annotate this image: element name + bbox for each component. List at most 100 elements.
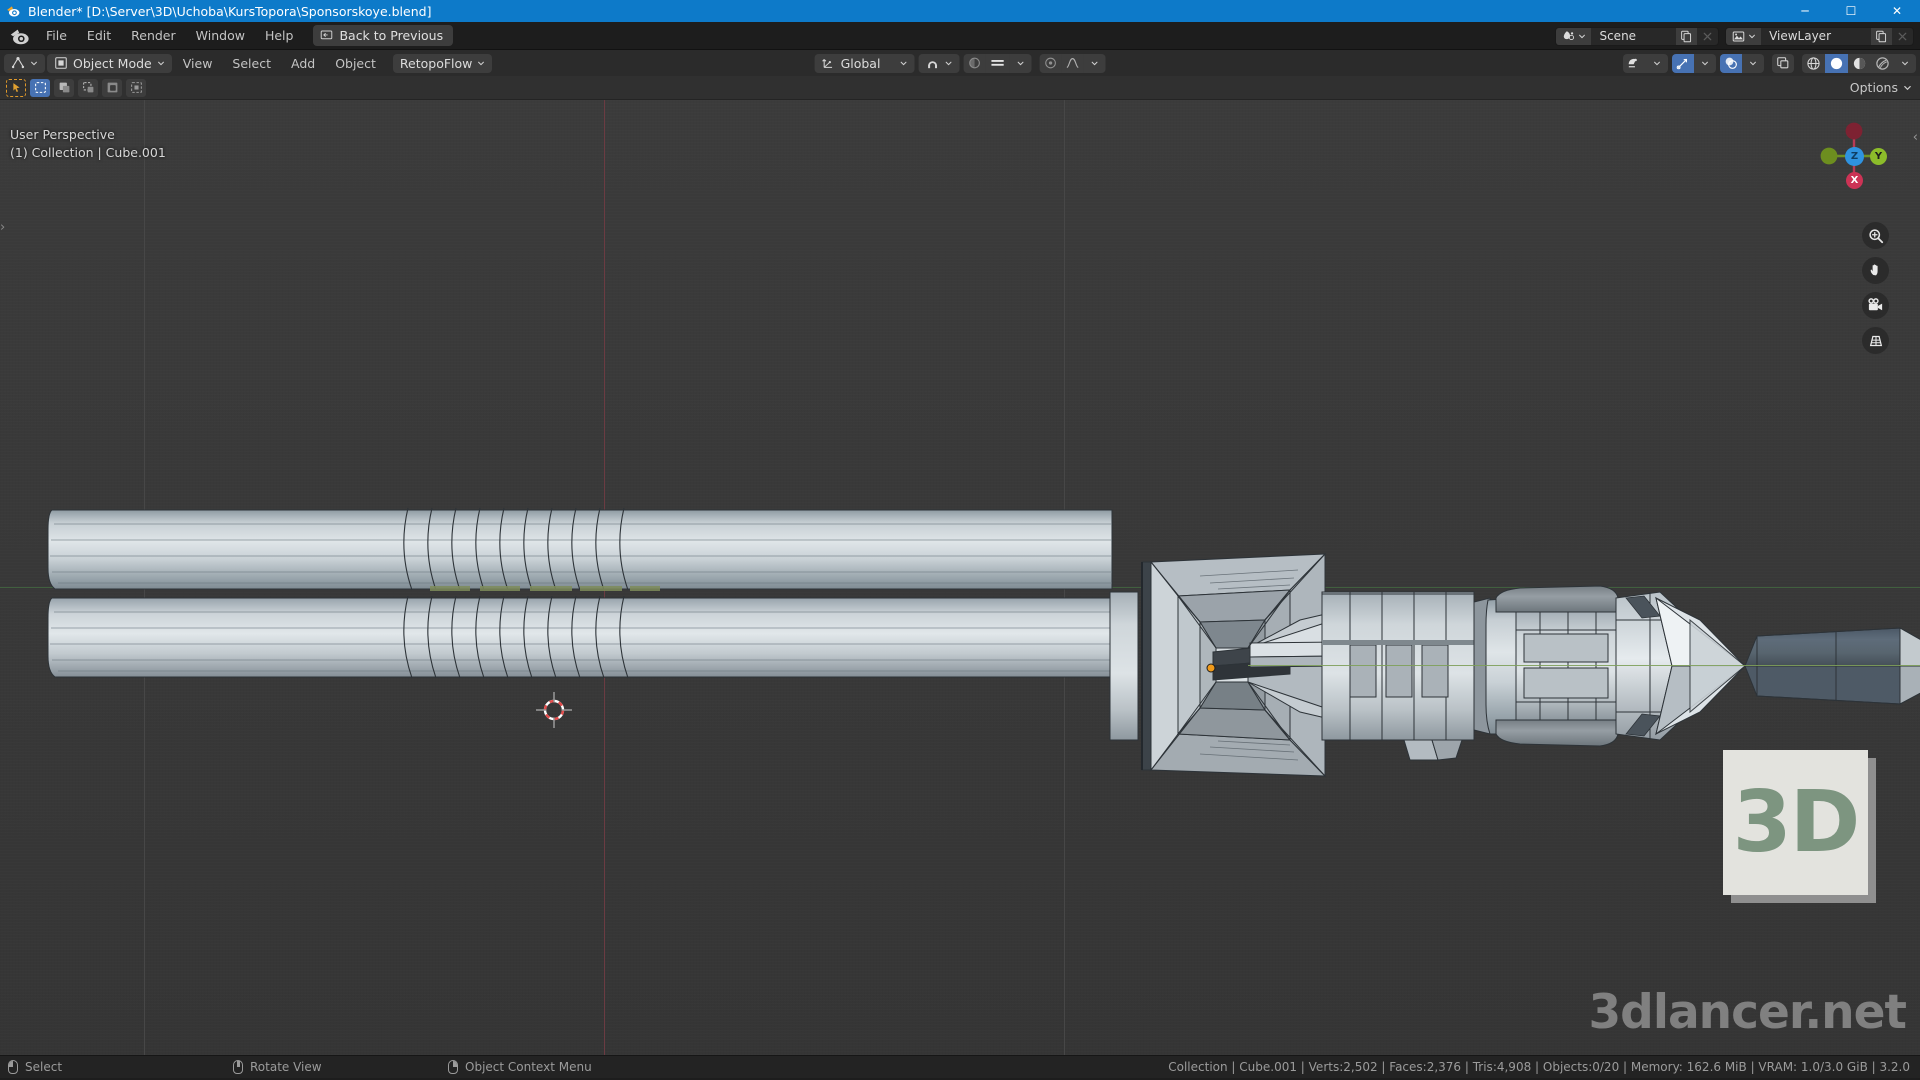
overlays-group (1720, 53, 1764, 73)
viewport-header-middle: Global (814, 53, 1106, 73)
overlays-dropdown[interactable] (1742, 53, 1764, 73)
shading-rendered-button[interactable] (1871, 53, 1894, 73)
shading-dropdown[interactable] (1894, 53, 1916, 73)
window-controls: ─ ☐ ✕ (1782, 0, 1920, 22)
status-rotate-label: Rotate View (250, 1060, 322, 1074)
scene-statistics: Collection | Cube.001 | Verts:2,502 | Fa… (1168, 1060, 1910, 1074)
select-intersect-icon (130, 82, 142, 93)
proportional-edit-group (963, 53, 1032, 73)
menu-render[interactable]: Render (121, 25, 186, 46)
retopoflow-label: RetopoFlow (399, 55, 473, 71)
viewport-nav-buttons (1862, 222, 1889, 354)
select-subtract-button[interactable] (78, 78, 98, 97)
rocket-model (47, 507, 1920, 778)
xray-icon (1777, 57, 1789, 69)
transform-orientation-label: Global (840, 55, 881, 71)
proportional-editing-toggle[interactable] (963, 53, 986, 73)
visibility-dropdown[interactable] (1646, 53, 1668, 73)
proportional-circle-icon (969, 57, 980, 69)
status-select-hint: Select (8, 1060, 233, 1074)
new-scene-button[interactable] (1676, 27, 1698, 45)
maximize-button[interactable]: ☐ (1828, 0, 1874, 22)
remove-scene-button[interactable] (1697, 27, 1719, 45)
gizmo-axis-y[interactable]: Y (1870, 148, 1887, 165)
xray-toggle[interactable] (1772, 53, 1794, 73)
toolbar-expand-arrow-icon[interactable]: › (0, 220, 5, 235)
select-extend-button[interactable] (54, 78, 74, 97)
window-title-bar: Blender* [D:\Server\3D\Uchoba\KursTopora… (0, 0, 1920, 22)
transform-orientation-selector[interactable]: Global (814, 53, 915, 73)
blender-logo-icon (6, 4, 20, 18)
gizmo-y-label: Y (1874, 151, 1883, 162)
remove-viewlayer-button[interactable] (1892, 27, 1913, 45)
falloff-dropdown[interactable] (1083, 53, 1106, 73)
object-visibility-icon[interactable] (1623, 53, 1646, 73)
shading-material-preview-button[interactable] (1848, 53, 1871, 73)
viewport-header: Object Mode View Select Add Object Retop… (0, 50, 1920, 76)
active-tool-select-box[interactable] (6, 78, 26, 97)
gizmo-z-label: Z (1850, 151, 1859, 162)
watermark-logo-card: 3D (1723, 750, 1868, 895)
proportional-falloff-type[interactable] (985, 53, 1010, 73)
shading-solid-button[interactable] (1825, 53, 1848, 73)
snapping-toggle[interactable] (918, 53, 960, 73)
watermark-logo-text: 3D (1732, 773, 1861, 872)
scene-name: Scene (1599, 29, 1637, 43)
viewport-menu-add[interactable]: Add (282, 54, 324, 73)
viewport-menu-object[interactable]: Object (326, 54, 385, 73)
shading-wireframe-button[interactable] (1802, 53, 1825, 73)
gizmo-group (1672, 53, 1716, 73)
material-preview-icon (1853, 57, 1866, 69)
proportional-falloff-dropdown[interactable] (1009, 53, 1032, 73)
status-bar: Select Rotate View Object Context Menu C… (0, 1055, 1920, 1078)
select-invert-button[interactable] (102, 78, 122, 97)
camera-icon[interactable] (1862, 292, 1889, 319)
show-overlays-toggle[interactable] (1720, 53, 1742, 73)
gizmo-dropdown[interactable] (1694, 53, 1716, 73)
menu-window[interactable]: Window (186, 25, 255, 46)
back-to-previous-button[interactable]: Back to Previous (313, 25, 454, 46)
back-to-previous-label: Back to Previous (339, 28, 444, 43)
falloff-sphere-icon[interactable] (1039, 53, 1062, 73)
ortho-persp-icon[interactable] (1862, 327, 1889, 354)
navigation-gizmo[interactable]: Z Y X (1818, 120, 1890, 192)
show-gizmo-toggle[interactable] (1672, 53, 1694, 73)
visibility-group (1623, 53, 1668, 73)
minimize-button[interactable]: ─ (1782, 0, 1828, 22)
gizmo-icon (1676, 58, 1688, 70)
select-extend-icon (59, 82, 69, 93)
menu-help[interactable]: Help (255, 25, 304, 46)
blender-menu-icon[interactable] (8, 25, 30, 47)
overlays-icon (1725, 57, 1737, 69)
close-button[interactable]: ✕ (1874, 0, 1920, 22)
watermark-site-text: 3dlancer.net (1588, 985, 1907, 1040)
zoom-icon[interactable] (1862, 222, 1889, 249)
pan-icon[interactable] (1862, 257, 1889, 284)
3d-viewport[interactable]: User Perspective (1) Collection | Cube.0… (0, 100, 1920, 1055)
falloff-preview-group (1039, 53, 1106, 73)
mouse-left-icon (8, 1060, 18, 1074)
sidebar-expand-arrow-icon[interactable]: ‹ (1913, 130, 1918, 145)
viewlayer-selector[interactable]: ViewLayer (1725, 26, 1914, 46)
editor-type-selector[interactable] (4, 53, 45, 73)
editor-type-icon (11, 57, 25, 69)
menu-edit[interactable]: Edit (77, 25, 121, 46)
interaction-mode-selector[interactable]: Object Mode (47, 53, 172, 73)
mouse-right-icon (448, 1060, 458, 1074)
menu-file[interactable]: File (36, 25, 77, 46)
viewport-menu-view[interactable]: View (174, 54, 222, 73)
scene-selector[interactable]: Scene (1555, 26, 1720, 46)
gizmo-axis-z[interactable]: Z (1845, 147, 1864, 166)
select-new-button[interactable] (30, 78, 50, 97)
new-viewlayer-button[interactable] (1871, 27, 1892, 45)
options-dropdown[interactable]: Options (1850, 80, 1912, 95)
y-axis-overlay (1248, 665, 1920, 667)
select-intersect-button[interactable] (126, 78, 146, 97)
viewport-menu-select[interactable]: Select (223, 54, 280, 73)
back-arrow-icon (320, 29, 333, 42)
retopoflow-menu[interactable]: RetopoFlow (392, 53, 493, 73)
falloff-smooth-icon[interactable] (1061, 53, 1084, 73)
cursor-arrow-icon (12, 83, 20, 93)
mouse-middle-icon (233, 1060, 243, 1074)
gizmo-axis-x[interactable]: X (1846, 172, 1863, 189)
